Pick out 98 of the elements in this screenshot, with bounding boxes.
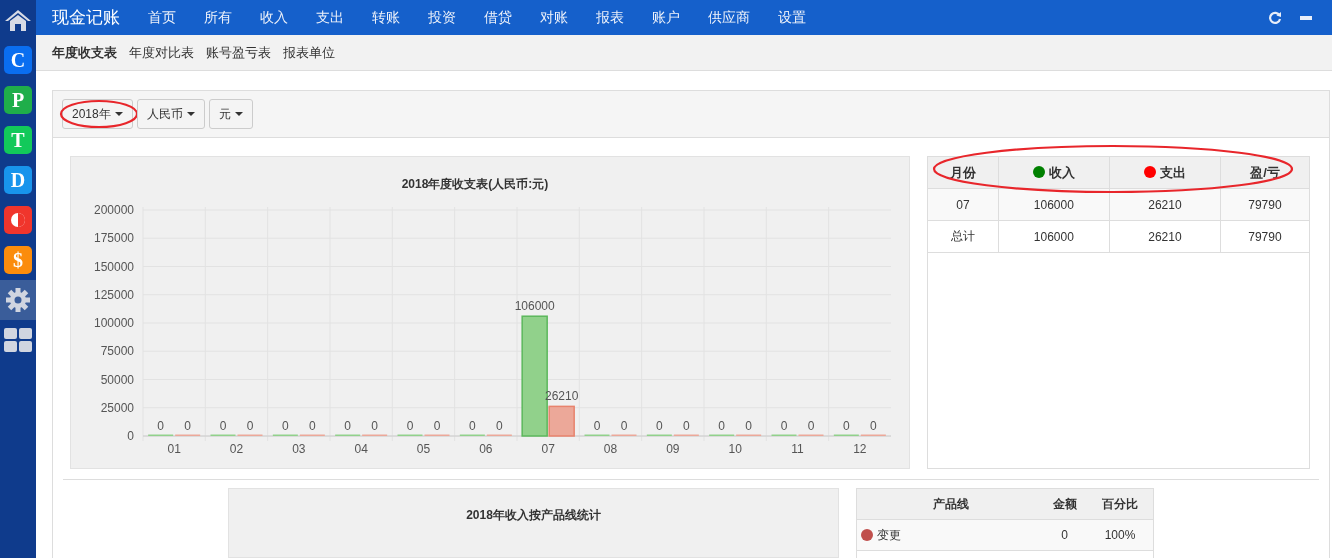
refresh-icon[interactable] [1268,10,1282,25]
data-label: 0 [780,419,788,433]
chart-title: 2018年度收支表(人民币:元) [401,177,549,191]
data-label: 0 [683,419,690,433]
settings-icon [5,287,31,313]
column-header: 金额 [1042,489,1088,520]
axis-label: 200000 [93,203,134,217]
axis-label: 04 [354,442,368,456]
subnav-link[interactable]: 年度对比表 [129,43,194,62]
subnav-link[interactable]: 报表单位 [283,43,335,62]
app-icon: C [4,46,32,74]
nav-link[interactable]: 所有 [190,8,246,27]
column-header: 百分比 [1087,489,1153,520]
data-label: 106000 [514,299,555,314]
subnav-link[interactable]: 年度收支表 [52,43,117,62]
data-label: 0 [469,419,476,433]
caret-icon [114,112,123,116]
table-cell: 26210 [1109,220,1221,253]
product-name: 变更 [877,527,901,542]
data-label: 0 [184,419,191,433]
table-cell: 总计 [928,220,999,253]
sidebar-item[interactable]: P [0,80,36,120]
app-icon: $ [4,246,32,274]
data-label: 0 [282,419,289,433]
data-label: 0 [870,419,877,433]
nav-link[interactable]: 转账 [358,8,414,27]
axis-label: 0 [127,429,134,443]
axis-label: 150000 [93,259,134,274]
data-label: 0 [309,419,316,433]
axis-label: 10 [728,442,742,456]
axis-label: 175000 [93,231,134,246]
axis-label: 05 [416,442,431,456]
data-label: 0 [593,419,601,433]
axis-label: 09 [666,442,680,456]
axis-label: 08 [603,442,618,456]
axis-label: 01 [167,442,181,456]
data-label: 0 [620,419,628,433]
table-cell: 100% [1087,519,1153,551]
data-label: 0 [219,419,227,433]
data-label: 0 [745,419,752,433]
column-label: 收入 [1048,164,1075,180]
caret-icon [186,112,195,116]
caret-icon [234,112,243,116]
data-label: 0 [344,419,351,433]
nav-link[interactable]: 收入 [246,8,302,27]
data-label: 0 [843,419,850,433]
axis-label: 11 [791,442,804,456]
nav-link[interactable]: 设置 [764,8,820,27]
table-cell: 106000 [998,220,1110,253]
data-label: 0 [656,419,663,433]
data-label: 0 [496,419,503,433]
column-label: 盈/亏 [1250,164,1280,180]
data-label: 0 [371,419,378,433]
data-label: 0 [433,419,441,433]
nav-link[interactable]: 对账 [526,8,582,27]
data-label: 0 [246,419,254,433]
axis-label: 07 [541,442,555,456]
table-cell: 106000 [998,188,1110,221]
dropdown-button[interactable]: 人民币 [136,99,205,129]
data-label: 0 [718,419,725,433]
table-cell: 07 [928,188,999,221]
nav-link[interactable]: 首页 [134,8,190,27]
nav-link[interactable]: 支出 [302,8,358,27]
column-label: 支出 [1159,164,1186,180]
grid-icon [4,328,32,352]
app-title[interactable]: 现金记账 [52,6,120,29]
column-header: 产品线 [857,489,1042,520]
nav-link[interactable]: 报表 [582,8,638,27]
data-label: 0 [406,419,414,433]
axis-label: 100000 [93,316,134,330]
data-label: 0 [157,419,164,433]
app-icon: T [4,126,32,154]
home-icon [4,8,32,32]
sidebar-item[interactable]: C [0,40,36,80]
chart-title: 2018年收入按产品线统计 [466,507,601,523]
dropdown-button[interactable]: 元 [208,99,253,129]
table-cell: 0 [1042,519,1088,551]
nav-link[interactable]: 借贷 [470,8,526,27]
axis-label: 75000 [100,344,134,359]
axis-label: 50000 [100,372,134,387]
axis-label: 12 [853,442,867,456]
axis-label: 25000 [100,400,134,415]
nav-link[interactable]: 供应商 [694,8,764,27]
sidebar-item[interactable] [0,280,36,320]
subnav-link[interactable]: 账号盈亏表 [206,43,271,62]
table-cell: 26210 [1109,188,1221,221]
app-icon: P [4,86,32,114]
minimize-icon[interactable] [1300,15,1312,20]
axis-label: 03 [292,442,306,456]
data-label: 0 [807,419,815,433]
column-label: 月份 [949,164,976,180]
axis-label: 125000 [93,287,134,302]
app-icon: D [4,166,32,194]
sidebar-item[interactable]: D [0,160,36,200]
axis-label: 06 [479,442,493,456]
nav-link[interactable]: 投资 [414,8,470,27]
nav-link[interactable]: 账户 [638,8,694,27]
axis-label: 02 [229,442,244,456]
